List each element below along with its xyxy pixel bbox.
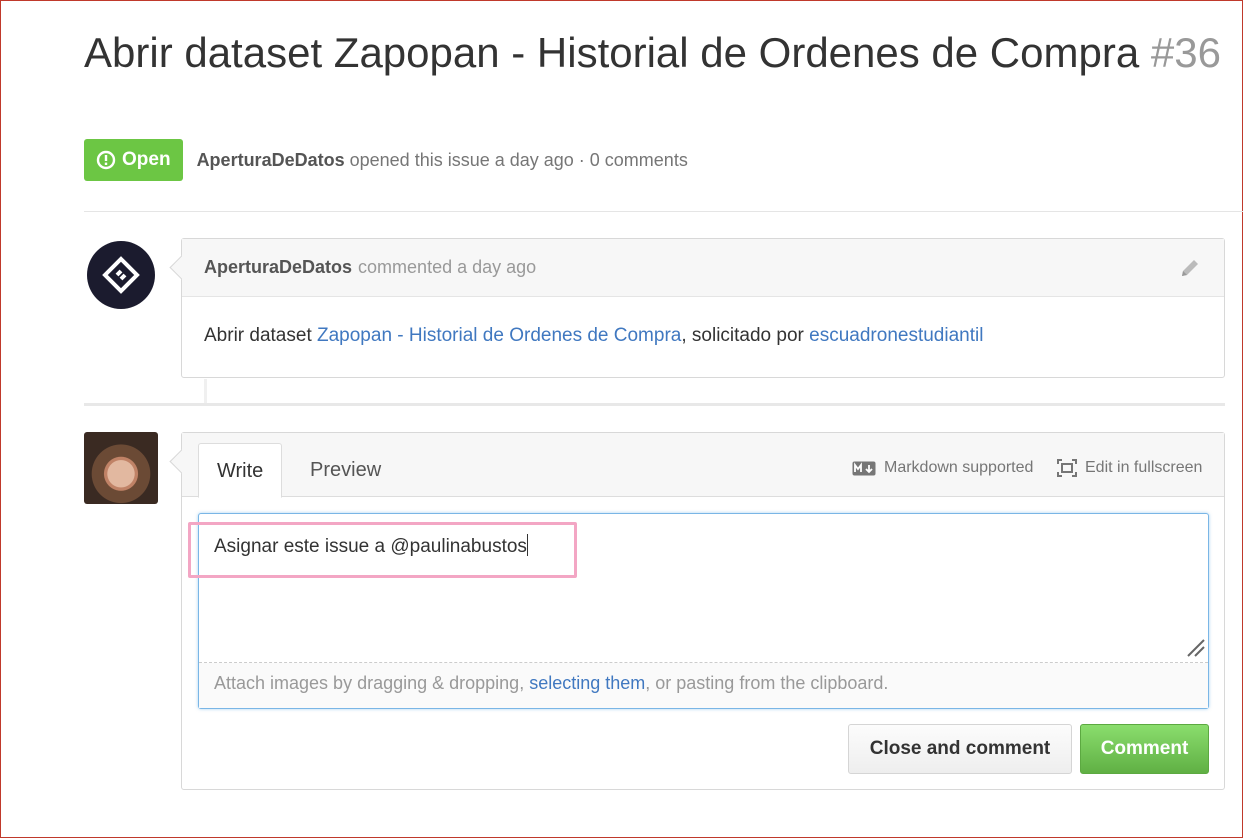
attach-text-suffix: , or pasting from the clipboard.: [645, 673, 889, 693]
issue-meta: Open AperturaDeDatos opened this issue a…: [84, 139, 688, 181]
fullscreen-icon: [1057, 459, 1077, 477]
comment-textarea[interactable]: Asignar este issue a @paulinabustos: [199, 514, 1208, 663]
comment-body: Abrir dataset Zapopan - Historial de Ord…: [182, 297, 1224, 375]
comment-text-middle: , solicitado por: [681, 325, 810, 346]
markdown-icon: [852, 461, 876, 475]
timeline-divider: [84, 403, 1225, 406]
issue-opened-icon: [96, 150, 116, 170]
fullscreen-button[interactable]: Edit in fullscreen: [1057, 459, 1202, 477]
select-files-link[interactable]: selecting them: [529, 673, 645, 693]
comment-header: AperturaDeDatos commented a day ago: [182, 239, 1224, 297]
tab-preview[interactable]: Preview: [292, 443, 399, 498]
comment-form-header: Write Preview Markdown supported Edit in…: [182, 433, 1224, 498]
attach-text-prefix: Attach images by dragging & dropping,: [214, 673, 530, 693]
comment-textarea-wrap: Asignar este issue a @paulinabustos Atta…: [198, 513, 1209, 709]
issue-author-link[interactable]: AperturaDeDatos: [197, 150, 345, 170]
comment-form: Write Preview Markdown supported Edit in…: [181, 432, 1225, 790]
comment-draft-text: Asignar este issue a @paulinabustos: [214, 536, 527, 557]
attach-bar[interactable]: Attach images by dragging & dropping, se…: [199, 663, 1208, 708]
user-avatar[interactable]: [84, 432, 158, 504]
avatar-logo-icon: [102, 256, 140, 294]
issue-opened-text: opened this issue a day ago · 0 comments: [349, 149, 688, 170]
comment: AperturaDeDatos commented a day ago Abri…: [181, 238, 1225, 378]
resize-grip-icon[interactable]: [1186, 638, 1206, 658]
tab-write[interactable]: Write: [198, 443, 283, 498]
issue-meta-text: AperturaDeDatos opened this issue a day …: [197, 150, 688, 171]
issue-title: Abrir dataset Zapopan - Historial de Ord…: [84, 29, 1234, 77]
dataset-link[interactable]: Zapopan - Historial de Ordenes de Compra: [317, 325, 681, 346]
avatar[interactable]: [87, 241, 155, 309]
text-caret: [526, 534, 528, 556]
markdown-label: Markdown supported: [884, 459, 1034, 476]
close-and-comment-button[interactable]: Close and comment: [848, 724, 1072, 774]
header-divider: [84, 211, 1243, 212]
fullscreen-label: Edit in fullscreen: [1085, 459, 1203, 476]
comment-text: Abrir dataset: [204, 325, 317, 346]
state-label: Open: [122, 149, 171, 170]
issue-title-text: Abrir dataset Zapopan - Historial de Ord…: [84, 29, 1140, 76]
markdown-supported-link[interactable]: Markdown supported: [852, 459, 1033, 477]
user-mention-link[interactable]: escuadronestudiantil: [809, 325, 983, 346]
state-badge: Open: [84, 139, 183, 181]
comment-meta[interactable]: commented a day ago: [358, 257, 536, 278]
comment-author-link[interactable]: AperturaDeDatos: [204, 257, 352, 278]
comment-button[interactable]: Comment: [1080, 724, 1209, 774]
timeline-line: [204, 379, 207, 403]
pencil-icon[interactable]: [1178, 256, 1202, 280]
issue-number: #36: [1150, 29, 1221, 76]
